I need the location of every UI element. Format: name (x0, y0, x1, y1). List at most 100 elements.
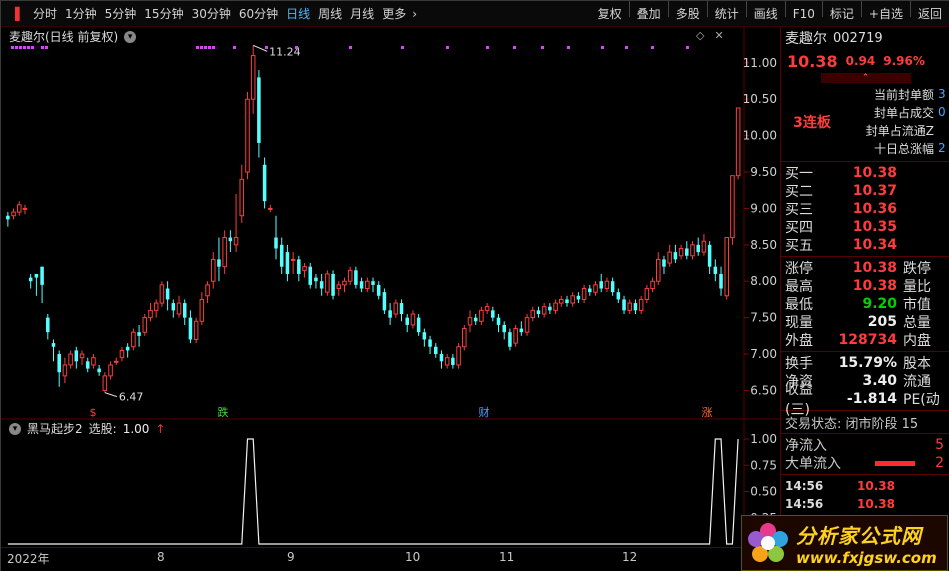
candle[interactable] (125, 343, 130, 358)
candle[interactable] (730, 175, 735, 245)
toolbar-action-2[interactable]: 多股 (672, 1, 704, 27)
candle[interactable] (644, 284, 650, 304)
candle[interactable] (673, 244, 678, 264)
candle[interactable] (51, 339, 56, 362)
candle[interactable] (97, 364, 101, 376)
candle[interactable] (250, 45, 256, 114)
candle[interactable] (11, 208, 16, 220)
candle[interactable] (342, 277, 347, 293)
candle[interactable] (696, 237, 700, 256)
candle[interactable] (308, 263, 313, 289)
candle[interactable] (719, 266, 723, 296)
bid-row[interactable]: 买四 10.35 (781, 218, 949, 236)
candle[interactable] (484, 303, 490, 314)
candle[interactable] (388, 303, 392, 325)
candlestick-chart[interactable]: 11.00 10.50 10.00 9.50 9.00 8.50 8.00 7.50 7.00 6… (1, 27, 780, 571)
candle[interactable] (456, 343, 461, 369)
candle[interactable] (599, 273, 603, 293)
candle[interactable] (142, 314, 148, 336)
toolbar-action-5[interactable]: F10 (789, 1, 819, 27)
candle[interactable] (302, 263, 307, 278)
candle[interactable] (502, 321, 506, 340)
candle[interactable] (297, 255, 301, 282)
candle[interactable] (678, 244, 684, 260)
menu-icon[interactable]: ▐ (1, 1, 29, 27)
candle[interactable] (239, 164, 245, 223)
bid-row[interactable]: 买二 10.37 (781, 182, 949, 200)
diamond-icon[interactable]: ◇ (696, 29, 704, 42)
candle[interactable] (422, 328, 427, 347)
bid-row[interactable]: 买三 10.36 (781, 200, 949, 218)
candle[interactable] (565, 295, 569, 307)
candle[interactable] (74, 346, 79, 369)
toolbar-action-7[interactable]: +自选 (865, 1, 907, 27)
close-icon[interactable]: ✕ (714, 29, 723, 42)
candle[interactable] (428, 335, 432, 355)
candle[interactable] (314, 273, 318, 289)
candle[interactable] (319, 273, 324, 296)
candle[interactable] (581, 284, 587, 304)
candle[interactable] (593, 281, 598, 296)
candle[interactable] (359, 277, 364, 293)
candle[interactable] (108, 361, 113, 380)
candle[interactable] (633, 299, 638, 314)
candle[interactable] (233, 193, 239, 253)
candle[interactable] (102, 372, 108, 393)
candle[interactable] (393, 299, 399, 318)
candle[interactable] (199, 292, 205, 325)
candle[interactable] (576, 292, 581, 304)
candle[interactable] (451, 354, 455, 369)
candle[interactable] (473, 314, 478, 325)
candle[interactable] (68, 350, 73, 369)
candle[interactable] (667, 244, 672, 267)
candle[interactable] (228, 230, 233, 253)
candle[interactable] (62, 357, 68, 384)
candle[interactable] (85, 357, 90, 373)
bid-row[interactable]: 买五 10.34 (781, 236, 949, 254)
candle[interactable] (553, 299, 558, 314)
candle[interactable] (210, 252, 216, 289)
candle[interactable] (279, 237, 284, 274)
candle[interactable] (34, 273, 39, 296)
candle[interactable] (410, 310, 416, 329)
candle[interactable] (171, 299, 176, 318)
toolbar-tab-3[interactable]: 15分钟 (140, 1, 187, 27)
event-marker[interactable]: 涨 (702, 406, 713, 419)
candle[interactable] (604, 277, 610, 293)
candle[interactable] (16, 201, 22, 216)
candle[interactable] (496, 314, 501, 333)
candle[interactable] (685, 241, 689, 260)
candle[interactable] (131, 328, 136, 351)
toolbar-action-4[interactable]: 画线 (750, 1, 782, 27)
toolbar-action-6[interactable]: 标记 (826, 1, 858, 27)
candle[interactable] (570, 292, 575, 307)
candle[interactable] (325, 270, 330, 296)
candle[interactable] (559, 295, 564, 307)
toolbar-action-8[interactable]: 返回 (914, 1, 946, 27)
candle[interactable] (444, 354, 450, 369)
collapse-up-icon[interactable]: ⌃ (820, 73, 911, 83)
candle[interactable] (91, 354, 96, 369)
candle[interactable] (153, 299, 159, 318)
candle[interactable] (274, 215, 278, 260)
bid-row[interactable]: 买一 10.38 (781, 164, 949, 182)
candle[interactable] (433, 343, 438, 358)
candle[interactable] (541, 303, 547, 318)
candle[interactable] (354, 266, 358, 289)
candle[interactable] (399, 299, 404, 322)
candle[interactable] (735, 107, 741, 180)
candle[interactable] (662, 255, 666, 274)
candle[interactable] (724, 237, 730, 300)
event-marker[interactable]: 财 (479, 405, 490, 419)
toolbar-tab-0[interactable]: 分时 (29, 1, 61, 27)
candle[interactable] (405, 314, 410, 333)
candle[interactable] (536, 306, 541, 318)
event-marker[interactable]: $ (90, 406, 97, 419)
collapse-toggle[interactable]: ⌃ (781, 73, 949, 85)
toolbar-tab-2[interactable]: 5分钟 (101, 1, 141, 27)
candle[interactable] (365, 277, 370, 293)
toolbar-tab-9[interactable]: 更多 (378, 1, 410, 27)
candle[interactable] (331, 270, 335, 300)
candle[interactable] (467, 310, 473, 333)
candle[interactable] (650, 277, 655, 293)
